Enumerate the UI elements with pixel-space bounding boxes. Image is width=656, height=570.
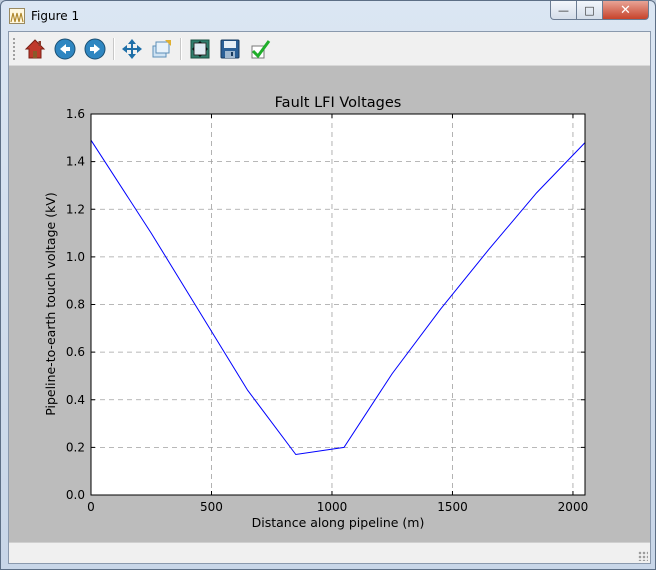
status-bar — [9, 542, 650, 563]
forward-icon — [84, 38, 106, 60]
zoom-icon — [152, 40, 171, 58]
figure-canvas[interactable]: 0 500 1000 1500 2000 0.0 0.2 0.4 0.6 0.8 1.0 1.2 1.4… — [9, 66, 650, 541]
save-icon — [220, 39, 240, 59]
pan-icon — [122, 39, 142, 59]
maximize-button[interactable]: □ — [577, 1, 603, 20]
x-tick-label: 500 — [200, 500, 223, 514]
y-axis-label: Pipeline-to-earth touch voltage (kV) — [43, 192, 58, 415]
resize-grip[interactable] — [638, 551, 648, 561]
y-tick-label: 0.6 — [66, 345, 85, 359]
y-tick-label: 0.8 — [66, 298, 85, 312]
maximize-icon: □ — [584, 3, 595, 17]
save-button[interactable] — [218, 37, 242, 61]
toolbar-grip[interactable] — [13, 38, 18, 60]
y-tick-label: 1.2 — [66, 202, 85, 216]
edit-parameters-button[interactable] — [248, 37, 272, 61]
home-button[interactable] — [23, 37, 47, 61]
minimize-icon: — — [558, 3, 569, 17]
window-title: Figure 1 — [31, 9, 80, 23]
title-bar[interactable]: Figure 1 — □ ✕ — [1, 1, 655, 31]
subplots-icon — [190, 39, 210, 59]
y-tick-label: 1.4 — [66, 155, 85, 169]
x-tick-label: 0 — [87, 500, 95, 514]
edit-icon — [251, 40, 271, 59]
back-button[interactable] — [53, 37, 77, 61]
y-tick-label: 0.0 — [66, 488, 85, 502]
close-button[interactable]: ✕ — [603, 1, 649, 20]
chart-title: Fault LFI Voltages — [275, 95, 402, 111]
x-tick-label: 2000 — [558, 500, 589, 514]
forward-button[interactable] — [83, 37, 107, 61]
pan-button[interactable] — [120, 37, 144, 61]
home-icon — [24, 39, 46, 59]
app-icon — [9, 8, 25, 24]
y-tick-label: 0.4 — [66, 393, 85, 407]
y-tick-label: 1.0 — [66, 250, 85, 264]
figure-window: Figure 1 — □ ✕ 0 500 1000 1500 2000 0.0 … — [0, 0, 656, 570]
navigation-toolbar — [9, 32, 650, 66]
subplots-button[interactable] — [188, 37, 212, 61]
toolbar-separator — [180, 38, 182, 60]
zoom-button[interactable] — [150, 37, 174, 61]
x-axis-label: Distance along pipeline (m) — [252, 515, 425, 530]
close-icon: ✕ — [620, 2, 631, 18]
client-area: 0 500 1000 1500 2000 0.0 0.2 0.4 0.6 0.8 1.0 1.2 1.4… — [8, 31, 651, 564]
back-icon — [54, 38, 76, 60]
x-tick-label: 1500 — [437, 500, 468, 514]
y-tick-label: 0.2 — [66, 440, 85, 454]
toolbar-separator — [113, 38, 115, 60]
x-tick-label: 1000 — [317, 500, 348, 514]
y-tick-label: 1.6 — [66, 107, 85, 121]
minimize-button[interactable]: — — [550, 1, 577, 20]
